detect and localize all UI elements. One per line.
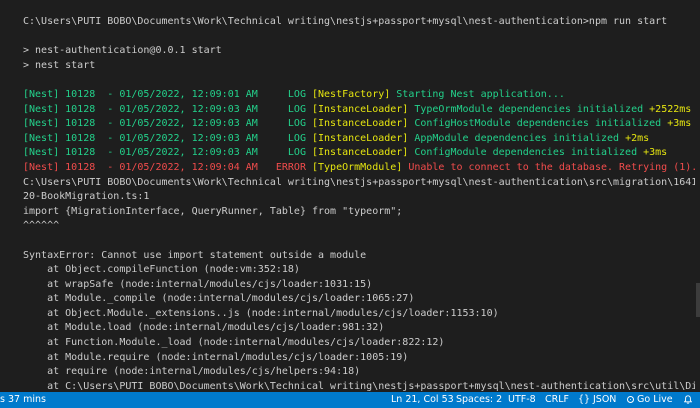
terminal-text: ^^^^^^ — [23, 220, 60, 232]
terminal-text: [NestFactory] — [311, 88, 397, 100]
terminal-line: at wrapSafe (node:internal/modules/cjs/l… — [23, 278, 695, 293]
terminal-panel[interactable]: C:\Users\PUTI BOBO\Documents\Work\Techni… — [0, 0, 700, 392]
terminal-line: [Nest] 10128 - 01/05/2022, 12:09:03 AM L… — [23, 132, 695, 147]
terminal-text: at Module._compile (node:internal/module… — [23, 293, 415, 305]
terminal-output: C:\Users\PUTI BOBO\Documents\Work\Techni… — [23, 15, 695, 392]
status-bar: s 37 mins Ln 21, Col 53 Spaces: 2 UTF-8 … — [0, 392, 700, 408]
terminal-text: at Object.Module._extensions..js (node:i… — [23, 307, 499, 319]
status-language-mode[interactable]: JSON — [593, 392, 616, 408]
terminal-scrollbar[interactable] — [696, 283, 700, 317]
terminal-text: +2ms — [625, 132, 650, 144]
terminal-text: at wrapSafe (node:internal/modules/cjs/l… — [23, 278, 373, 290]
terminal-line: at C:\Users\PUTI BOBO\Documents\Work\Tec… — [23, 380, 695, 392]
terminal-line: C:\Users\PUTI BOBO\Documents\Work\Techni… — [23, 15, 695, 30]
terminal-line: [Nest] 10128 - 01/05/2022, 12:09:01 AM L… — [23, 88, 695, 103]
terminal-text: Unable to connect to the database. Retry… — [408, 161, 695, 173]
terminal-text: +2522ms — [649, 103, 692, 115]
terminal-text: [Nest] 10128 - 01/05/2022, 12:09:03 AM L… — [23, 103, 312, 115]
terminal-line: SyntaxError: Cannot use import statement… — [23, 249, 695, 264]
terminal-text: AppModule dependencies initialized — [414, 132, 626, 144]
terminal-text: TypeOrmModule dependencies initialized — [414, 103, 650, 115]
go-live-button[interactable]: Go Live — [627, 392, 673, 408]
bell-icon[interactable] — [684, 395, 692, 404]
terminal-line: at Module.load (node:internal/modules/cj… — [23, 321, 695, 336]
status-indentation[interactable]: Spaces: 2 — [456, 392, 502, 408]
status-elapsed-time: s 37 mins — [0, 394, 46, 405]
terminal-line: [Nest] 10128 - 01/05/2022, 12:09:03 AM L… — [23, 146, 695, 161]
terminal-text: Starting Nest application... — [396, 88, 565, 100]
terminal-text: [InstanceLoader] — [311, 147, 415, 159]
broadcast-icon — [627, 396, 634, 403]
terminal-text: [TypeOrmModule] — [311, 161, 409, 173]
terminal-text: > nest start — [23, 59, 96, 71]
terminal-text: at Function.Module._load (node:internal/… — [23, 337, 445, 349]
status-encoding[interactable]: UTF-8 — [508, 392, 536, 408]
terminal-line: at Function.Module._load (node:internal/… — [23, 336, 695, 351]
terminal-text: [Nest] 10128 - 01/05/2022, 12:09:04 AM E… — [23, 161, 312, 173]
terminal-text: [InstanceLoader] — [311, 103, 415, 115]
terminal-line: > nest-authentication@0.0.1 start — [23, 44, 695, 59]
go-live-label: Go Live — [637, 394, 673, 405]
terminal-line: at Object.compileFunction (node:vm:352:1… — [23, 263, 695, 278]
status-line-ending[interactable]: CRLF — [545, 392, 569, 408]
terminal-text: at Object.compileFunction (node:vm:352:1… — [23, 264, 300, 276]
terminal-line: 20-BookMigration.ts:1 — [23, 190, 695, 205]
terminal-text: import {MigrationInterface, QueryRunner,… — [23, 205, 403, 217]
terminal-text: ConfigModule dependencies initialized — [414, 147, 644, 159]
terminal-line: at Module.require (node:internal/modules… — [23, 351, 695, 366]
terminal-text: +3ms — [667, 118, 692, 130]
terminal-text: at Module.require (node:internal/modules… — [23, 351, 409, 363]
terminal-line: [Nest] 10128 - 01/05/2022, 12:09:03 AM L… — [23, 117, 695, 132]
terminal-text: at require (node:internal/modules/cjs/he… — [23, 366, 361, 378]
terminal-line: [Nest] 10128 - 01/05/2022, 12:09:04 AM E… — [23, 161, 695, 176]
terminal-line: at Module._compile (node:internal/module… — [23, 292, 695, 307]
terminal-line: > nest start — [23, 59, 695, 74]
terminal-text: [Nest] 10128 - 01/05/2022, 12:09:03 AM L… — [23, 118, 312, 130]
terminal-text: [InstanceLoader] — [311, 132, 415, 144]
terminal-text: > nest-authentication@0.0.1 start — [23, 45, 222, 57]
terminal-text: [Nest] 10128 - 01/05/2022, 12:09:03 AM L… — [23, 132, 312, 144]
terminal-text: C:\Users\PUTI BOBO\Documents\Work\Techni… — [23, 176, 695, 188]
terminal-line: [Nest] 10128 - 01/05/2022, 12:09:03 AM L… — [23, 103, 695, 118]
terminal-line: at Object.Module._extensions..js (node:i… — [23, 307, 695, 322]
terminal-text: at Module.load (node:internal/modules/cj… — [23, 322, 385, 334]
terminal-text: ConfigHostModule dependencies initialize… — [414, 118, 668, 130]
terminal-line: C:\Users\PUTI BOBO\Documents\Work\Techni… — [23, 176, 695, 191]
status-cursor-position[interactable]: Ln 21, Col 53 — [391, 392, 454, 408]
terminal-text: [Nest] 10128 - 01/05/2022, 12:09:01 AM L… — [23, 88, 312, 100]
terminal-text: [InstanceLoader] — [311, 118, 415, 130]
terminal-text: at C:\Users\PUTI BOBO\Documents\Work\Tec… — [23, 380, 695, 392]
terminal-text: +3ms — [643, 147, 668, 159]
language-braces-icon[interactable]: {} — [578, 392, 590, 408]
terminal-text: 20-BookMigration.ts:1 — [23, 191, 150, 203]
terminal-text: [Nest] 10128 - 01/05/2022, 12:09:03 AM L… — [23, 147, 312, 159]
terminal-line: ^^^^^^ — [23, 219, 695, 234]
terminal-text: SyntaxError: Cannot use import statement… — [23, 249, 367, 261]
terminal-line: import {MigrationInterface, QueryRunner,… — [23, 205, 695, 220]
terminal-text: C:\Users\PUTI BOBO\Documents\Work\Techni… — [23, 16, 668, 27]
terminal-line: at require (node:internal/modules/cjs/he… — [23, 365, 695, 380]
